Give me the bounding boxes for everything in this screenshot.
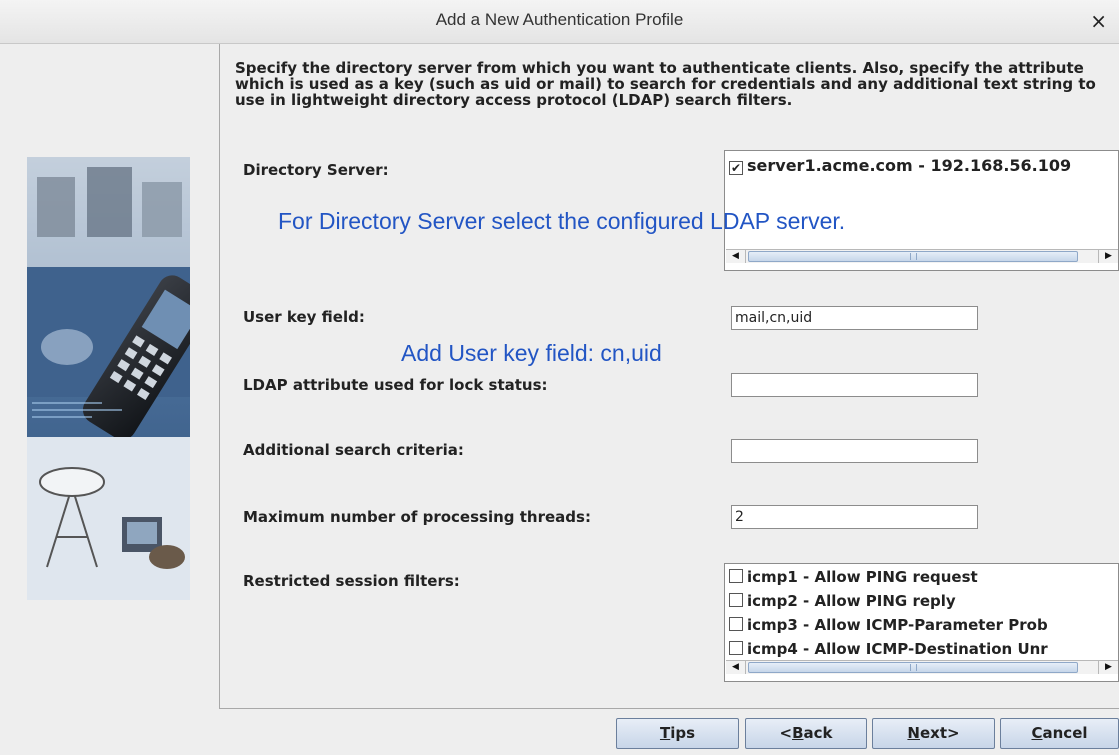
directory-server-scrollbar[interactable]: ◀ ▶ xyxy=(726,249,1118,263)
user-key-field[interactable]: mail,cn,uid xyxy=(731,306,978,330)
search-criteria-field[interactable] xyxy=(731,439,978,463)
scroll-right-icon[interactable]: ▶ xyxy=(1098,661,1118,674)
tips-button[interactable]: Tips xyxy=(616,718,739,749)
scroll-left-icon[interactable]: ◀ xyxy=(726,661,746,674)
filter-item-text: icmp1 - Allow PING request xyxy=(747,568,978,586)
dialog-title-bar: Add a New Authentication Profile × xyxy=(0,0,1119,44)
dialog-title: Add a New Authentication Profile xyxy=(435,10,684,29)
search-criteria-label: Additional search criteria: xyxy=(243,441,464,459)
intro-text: Specify the directory server from which … xyxy=(235,59,1096,109)
directory-server-label: Directory Server: xyxy=(243,161,389,179)
lock-status-field[interactable] xyxy=(731,373,978,397)
user-key-label: User key field: xyxy=(243,308,365,326)
session-filters-list[interactable]: icmp1 - Allow PING request icmp2 - Allow… xyxy=(724,563,1119,682)
list-item[interactable]: icmp1 - Allow PING request xyxy=(729,568,978,586)
directory-server-item-text: server1.acme.com - 192.168.56.109 xyxy=(747,156,1072,175)
list-item[interactable]: icmp2 - Allow PING reply xyxy=(729,592,956,610)
close-icon[interactable]: × xyxy=(1090,9,1107,33)
checkbox-icon[interactable]: ✔ xyxy=(729,161,743,175)
user-key-annotation: Add User key field: cn,uid xyxy=(401,340,662,366)
list-item[interactable]: icmp3 - Allow ICMP-Parameter Prob xyxy=(729,616,1048,634)
lock-status-label: LDAP attribute used for lock status: xyxy=(243,376,548,394)
checkbox-icon[interactable] xyxy=(729,569,743,583)
checkbox-icon[interactable] xyxy=(729,641,743,655)
max-threads-label: Maximum number of processing threads: xyxy=(243,508,591,526)
scroll-right-icon[interactable]: ▶ xyxy=(1098,250,1118,263)
cancel-button[interactable]: Cancel xyxy=(1000,718,1119,749)
checkbox-icon[interactable] xyxy=(729,593,743,607)
back-button[interactable]: <Back xyxy=(745,718,867,749)
scroll-left-icon[interactable]: ◀ xyxy=(726,250,746,263)
session-filters-label: Restricted session filters: xyxy=(243,572,460,590)
list-item[interactable]: ✔ server1.acme.com - 192.168.56.109 xyxy=(729,156,1071,175)
wizard-side-image xyxy=(27,157,190,600)
directory-annotation: For Directory Server select the configur… xyxy=(278,208,846,234)
max-threads-field[interactable]: 2 xyxy=(731,505,978,529)
next-button[interactable]: Next> xyxy=(872,718,995,749)
scrollbar-thumb[interactable] xyxy=(748,251,1078,262)
filter-item-text: icmp4 - Allow ICMP-Destination Unr xyxy=(747,640,1048,658)
list-item[interactable]: icmp4 - Allow ICMP-Destination Unr xyxy=(729,640,1048,658)
session-filters-scrollbar[interactable]: ◀ ▶ xyxy=(726,660,1118,674)
filter-item-text: icmp3 - Allow ICMP-Parameter Prob xyxy=(747,616,1048,634)
checkbox-icon[interactable] xyxy=(729,617,743,631)
filter-item-text: icmp2 - Allow PING reply xyxy=(747,592,956,610)
scrollbar-thumb[interactable] xyxy=(748,662,1078,673)
